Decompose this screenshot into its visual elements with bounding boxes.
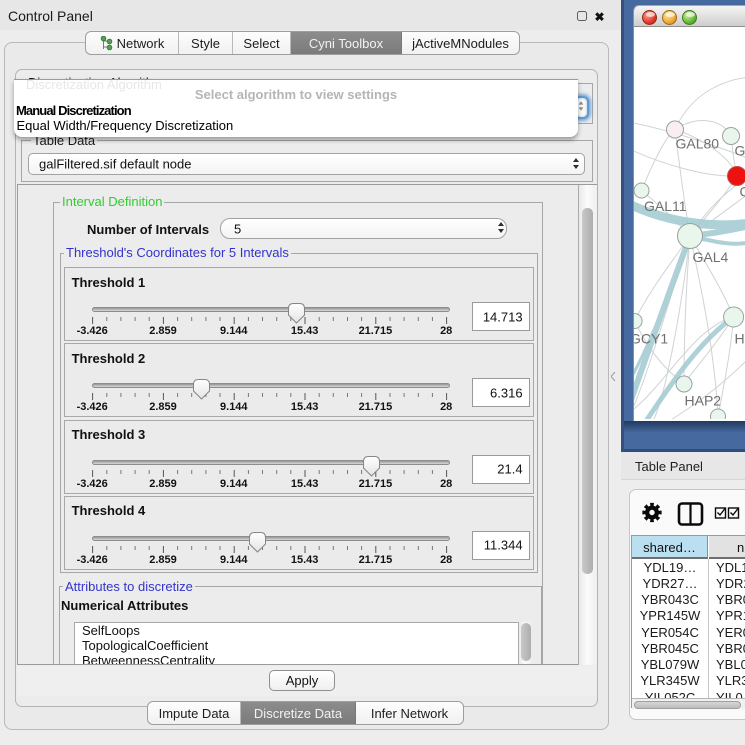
svg-text:GAL11: GAL11 (644, 198, 687, 214)
svg-text:GA: GA (735, 143, 745, 159)
svg-text:HAP2: HAP2 (685, 393, 722, 409)
svg-text:C: C (740, 184, 745, 200)
svg-text:H: H (735, 331, 745, 347)
svg-text:GAL80: GAL80 (676, 136, 720, 152)
svg-text:GCY1: GCY1 (634, 331, 668, 347)
svg-text:GAL4: GAL4 (693, 249, 729, 265)
